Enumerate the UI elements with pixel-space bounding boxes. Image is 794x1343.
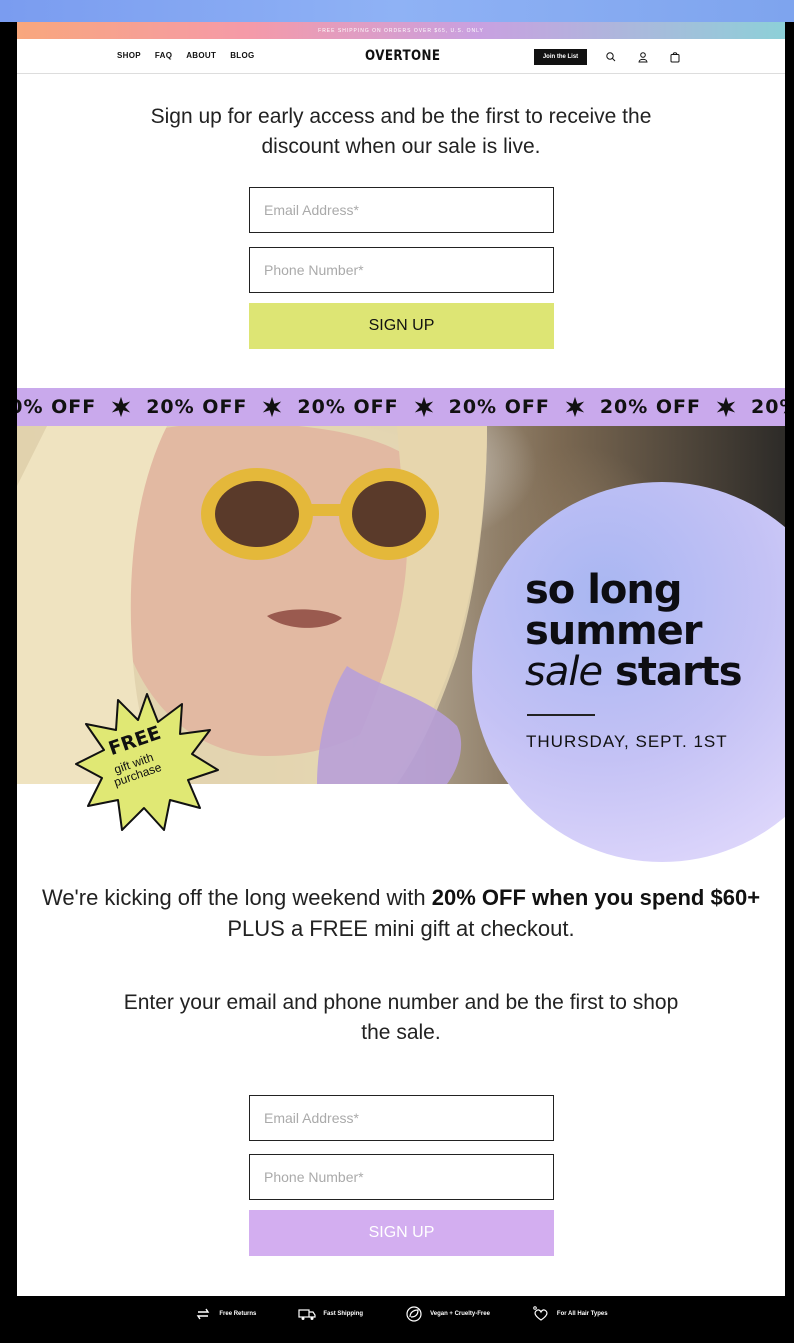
nav-faq[interactable]: FAQ <box>155 51 172 60</box>
ticker-text: 20% OFF <box>448 396 550 418</box>
headline-line-3: sale starts <box>525 649 743 695</box>
bottom-email-field[interactable] <box>249 1095 554 1141</box>
feature-fast-shipping: Fast Shipping <box>298 1306 363 1322</box>
feature-label: Free Returns <box>219 1311 257 1317</box>
discount-ticker: 20% OFF 20% OFF 20% OFF 20% OFF 20% OFF … <box>17 388 785 426</box>
bag-icon[interactable] <box>669 51 681 63</box>
star-icon <box>716 396 736 418</box>
promo-bar: FREE SHIPPING ON ORDERS OVER $65, U.S. O… <box>17 22 785 39</box>
ticker-text: 20% OFF <box>17 396 97 418</box>
feature-vegan: Vegan + Cruelty-Free <box>405 1306 490 1322</box>
offer-pre: We're kicking off the long weekend with <box>41 885 432 910</box>
browser-frame-top <box>0 0 794 22</box>
star-icon <box>263 396 282 418</box>
join-list-button[interactable]: Join the List <box>534 49 587 65</box>
headline-line-1: so long <box>525 567 683 613</box>
star-icon <box>414 396 433 418</box>
returns-icon <box>197 1308 210 1320</box>
overtone-logo[interactable]: OVERTONE <box>365 48 440 64</box>
ticker-text: 20% OFF <box>751 396 785 418</box>
feature-label: Vegan + Cruelty-Free <box>430 1311 490 1317</box>
headline-line-2: summer <box>525 608 702 654</box>
feature-free-returns: Free Returns <box>194 1306 256 1322</box>
ticker-text: 20% OFF <box>146 396 248 418</box>
search-icon[interactable] <box>605 51 617 63</box>
bottom-signup-button[interactable]: SIGN UP <box>249 1210 554 1256</box>
site-header: SHOP FAQ ABOUT BLOG OVERTONE Join the Li… <box>17 39 785 74</box>
leaf-icon <box>406 1306 422 1322</box>
headline-divider <box>527 714 595 716</box>
star-icon <box>565 396 584 418</box>
sale-headline: so long summer sale starts <box>525 567 743 695</box>
offer-post: PLUS a FREE mini gift at checkout. <box>227 916 575 941</box>
top-phone-field[interactable] <box>249 247 554 293</box>
feature-label: For All Hair Types <box>556 1311 608 1317</box>
nav-about[interactable]: ABOUT <box>186 51 216 60</box>
feature-label: Fast Shipping <box>323 1311 364 1317</box>
bottom-signup-lead-text: Enter your email and phone number and be… <box>123 991 679 1044</box>
nav-blog[interactable]: BLOG <box>230 51 254 60</box>
truck-icon <box>298 1309 316 1320</box>
ticker-text: 20% OFF <box>297 396 399 418</box>
ticker-text: 20% OFF <box>599 396 702 418</box>
sale-date: THURSDAY, SEPT. 1ST <box>526 732 728 751</box>
bottom-phone-field[interactable] <box>249 1154 554 1200</box>
heart-icon <box>533 1306 548 1321</box>
top-email-field[interactable] <box>249 187 554 233</box>
offer-bold: 20% OFF when you spend $60+ <box>431 885 761 910</box>
top-signup-lead: Sign up for early access and be the firs… <box>150 105 652 158</box>
email-page: FREE SHIPPING ON ORDERS OVER $65, U.S. O… <box>17 22 785 1332</box>
feature-all-hair: For All Hair Types <box>532 1306 608 1322</box>
account-icon[interactable] <box>637 51 649 63</box>
main-nav: SHOP FAQ ABOUT BLOG <box>117 51 255 60</box>
nav-shop[interactable]: SHOP <box>117 51 141 60</box>
feature-footer: Free Returns Fast Shipping Vegan + Cruel… <box>17 1296 785 1332</box>
top-signup-button[interactable]: SIGN UP <box>249 303 554 349</box>
offer-text: We're kicking off the long weekend with … <box>17 882 785 944</box>
headline-italic-word: sale <box>525 649 603 695</box>
star-icon <box>112 396 131 418</box>
bottom-signup-lead: Enter your email and phone number and be… <box>17 988 785 1048</box>
promo-text: FREE SHIPPING ON ORDERS OVER $65, U.S. O… <box>318 27 484 34</box>
headline-bold-word: starts <box>615 649 743 695</box>
